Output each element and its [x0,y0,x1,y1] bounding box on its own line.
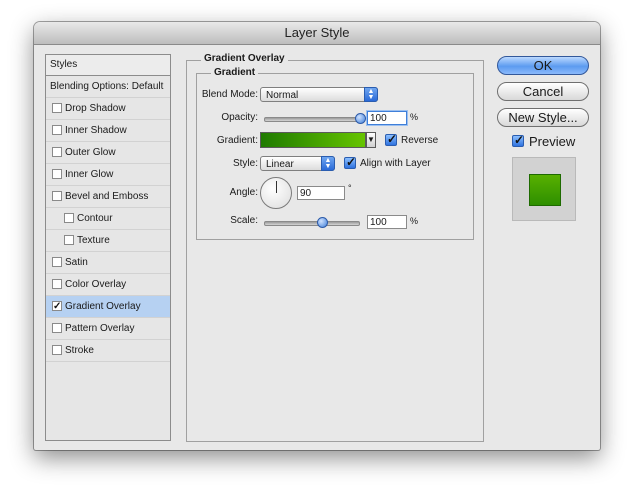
style-row-color-overlay[interactable]: Color Overlay [46,274,170,296]
style-checkbox[interactable] [52,103,62,113]
style-checkbox[interactable] [52,323,62,333]
blend-mode-value: Normal [266,90,299,101]
style-checkbox[interactable] [64,235,74,245]
style-row-label: Gradient Overlay [65,301,141,312]
style-value: Linear [266,159,294,170]
style-row-blending-options-default[interactable]: Blending Options: Default [46,76,170,98]
gradient-swatch[interactable] [260,132,366,148]
preview-thumbnail [512,157,576,221]
style-checkbox[interactable] [52,147,62,157]
layer-style-dialog: Layer Style Styles Blending Options: Def… [34,22,600,450]
gradient-label: Gradient: [216,135,258,146]
style-row-label: Satin [65,257,88,268]
scale-slider-thumb[interactable] [317,217,329,228]
style-checkbox[interactable] [64,213,74,223]
align-with-layer-label: Align with Layer [360,158,431,169]
style-label: Style: [232,158,258,169]
style-row-stroke[interactable]: Stroke [46,340,170,362]
opacity-slider[interactable] [264,117,362,122]
gradient-group: Gradient Blend Mode: Normal ▲ ▼ Opacity: … [196,67,474,240]
scale-slider[interactable] [264,221,360,226]
opacity-label: Opacity: [221,112,258,123]
style-row-bevel-and-emboss[interactable]: Bevel and Emboss [46,186,170,208]
opacity-field[interactable]: 100 [367,111,407,125]
angle-dial[interactable] [260,177,292,209]
opacity-unit: % [410,112,419,122]
styles-header[interactable]: Styles [46,55,170,76]
new-style-button[interactable]: New Style... [497,108,589,127]
styles-list: Styles Blending Options: Default Drop Sha… [45,54,171,441]
align-with-layer-checkbox[interactable] [344,155,356,169]
style-row-label: Texture [77,235,110,246]
reverse-label: Reverse [401,135,439,146]
style-row-label: Inner Shadow [65,125,127,136]
style-row-label: Blending Options: Default [50,81,164,92]
preview-label: Preview [529,134,576,149]
style-row-inner-shadow[interactable]: Inner Shadow [46,120,170,142]
style-row-texture[interactable]: Texture [46,230,170,252]
style-checkbox[interactable] [52,257,62,267]
angle-label: Angle: [229,187,258,198]
style-select[interactable]: Linear ▲ ▼ [260,156,335,171]
angle-dial-needle [276,181,277,193]
preview-checkbox[interactable] [512,133,524,147]
style-row-outer-glow[interactable]: Outer Glow [46,142,170,164]
style-row-pattern-overlay[interactable]: Pattern Overlay [46,318,170,340]
gradient-dropdown-button[interactable]: ▼ [366,132,376,148]
style-checkbox[interactable] [52,125,62,135]
style-checkbox[interactable] [52,169,62,179]
style-row-label: Drop Shadow [65,103,126,114]
style-row-label: Inner Glow [65,169,114,180]
ok-button[interactable]: OK [497,56,589,75]
style-row-satin[interactable]: Satin [46,252,170,274]
style-row-label: Bevel and Emboss [65,191,149,202]
style-row-label: Contour [77,213,113,224]
style-row-label: Pattern Overlay [65,323,135,334]
angle-field[interactable]: 90 [297,186,345,200]
style-checkbox[interactable] [52,296,62,317]
style-row-gradient-overlay[interactable]: Gradient Overlay [46,296,170,318]
scale-field[interactable]: 100 [367,215,407,229]
style-row-label: Color Overlay [65,279,127,290]
dialog-title: Layer Style [34,22,600,45]
section-title: Gradient Overlay [201,53,288,64]
blend-mode-select[interactable]: Normal ▲ ▼ [260,87,378,102]
blend-mode-label: Blend Mode: [201,89,258,100]
gradient-overlay-section: Gradient Overlay Gradient Blend Mode: No… [186,53,484,442]
preview-swatch [529,174,561,206]
opacity-slider-thumb[interactable] [355,113,366,124]
gradient-group-title: Gradient [211,67,259,78]
chevron-down-icon: ▼ [367,135,375,144]
style-row-inner-glow[interactable]: Inner Glow [46,164,170,186]
cancel-button[interactable]: Cancel [497,82,589,101]
reverse-checkbox[interactable] [385,132,397,146]
style-checkbox[interactable] [52,191,62,201]
scale-unit: % [410,216,419,226]
style-checkbox[interactable] [52,345,62,355]
scale-label: Scale: [230,215,258,226]
style-row-drop-shadow[interactable]: Drop Shadow [46,98,170,120]
select-arrows-icon: ▲ ▼ [321,156,335,171]
style-checkbox[interactable] [52,279,62,289]
style-row-label: Outer Glow [65,147,116,158]
style-row-label: Stroke [65,345,94,356]
select-arrows-icon: ▲ ▼ [364,87,378,102]
angle-unit: ° [348,183,352,193]
style-row-contour[interactable]: Contour [46,208,170,230]
